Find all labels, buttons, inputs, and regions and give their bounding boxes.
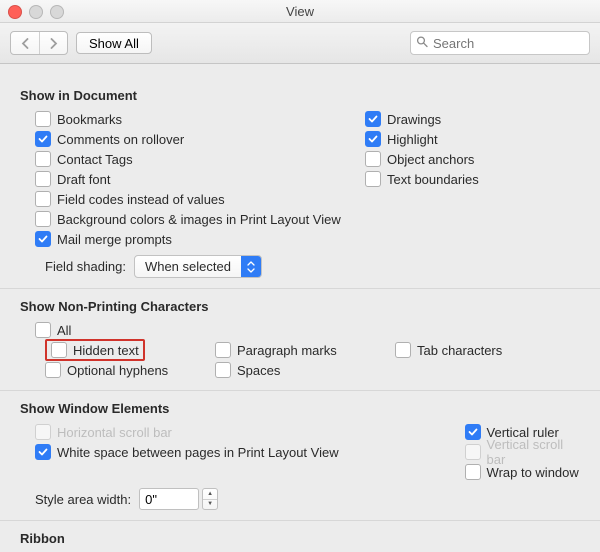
- checkmark-icon: [368, 134, 378, 144]
- checkbox-optional-hyphens[interactable]: Optional hyphens: [45, 360, 215, 380]
- checkbox-vertical-scroll-bar: Vertical scroll bar: [465, 442, 584, 462]
- checkmark-icon: [368, 114, 378, 124]
- checkbox-label: White space between pages in Print Layou…: [57, 445, 339, 460]
- checkbox-label: All: [57, 323, 71, 338]
- checkbox-label: Text boundaries: [387, 172, 479, 187]
- close-window-button[interactable]: [8, 5, 22, 19]
- preferences-toolbar: Show All: [0, 23, 600, 64]
- checkbox-label: Drawings: [387, 112, 441, 127]
- checkbox-hidden-text[interactable]: Hidden text: [45, 340, 215, 360]
- checkmark-icon: [468, 427, 478, 437]
- checkbox-wrap-to-window[interactable]: Wrap to window: [465, 462, 584, 482]
- checkbox-draft-font[interactable]: Draft font: [35, 169, 365, 189]
- search-icon: [416, 36, 428, 51]
- checkbox-box: [465, 464, 481, 480]
- checkbox-label: Comments on rollover: [57, 132, 184, 147]
- checkbox-contact-tags[interactable]: Contact Tags: [35, 149, 365, 169]
- search-input[interactable]: [410, 31, 590, 55]
- checkbox-tab-characters[interactable]: Tab characters: [395, 340, 555, 360]
- highlighted-option: Hidden text: [45, 339, 145, 361]
- section-title-show-in-document: Show in Document: [20, 88, 584, 103]
- checkbox-box: [465, 424, 481, 440]
- checkbox-box: [365, 131, 381, 147]
- checkbox-horizontal-scroll-bar: Horizontal scroll bar: [35, 422, 465, 442]
- checkbox-label: Object anchors: [387, 152, 474, 167]
- checkbox-mail-merge-prompts[interactable]: Mail merge prompts: [35, 229, 365, 249]
- checkbox-label: Highlight: [387, 132, 438, 147]
- forward-button[interactable]: [39, 32, 67, 54]
- show-all-button[interactable]: Show All: [76, 32, 152, 54]
- checkmark-icon: [38, 134, 48, 144]
- checkbox-label: Optional hyphens: [67, 363, 168, 378]
- checkbox-object-anchors[interactable]: Object anchors: [365, 149, 584, 169]
- checkbox-label: Mail merge prompts: [57, 232, 172, 247]
- back-button[interactable]: [11, 32, 39, 54]
- checkbox-box: [35, 444, 51, 460]
- minimize-window-button: [29, 5, 43, 19]
- checkbox-box: [35, 322, 51, 338]
- checkbox-field-codes-instead-of-values[interactable]: Field codes instead of values: [35, 189, 365, 209]
- checkbox-box: [35, 111, 51, 127]
- style-area-label: Style area width:: [35, 492, 131, 507]
- checkbox-paragraph-marks[interactable]: Paragraph marks: [215, 340, 395, 360]
- chevron-left-icon: [21, 38, 30, 49]
- nav-segment: [10, 31, 68, 55]
- checkbox-bookmarks[interactable]: Bookmarks: [35, 109, 365, 129]
- checkbox-label: Hidden text: [73, 343, 139, 358]
- field-shading-select[interactable]: When selected: [134, 255, 262, 278]
- checkbox-box: [365, 171, 381, 187]
- checkbox-box: [395, 342, 411, 358]
- checkbox-white-space-between-pages-in-print-layout-view[interactable]: White space between pages in Print Layou…: [35, 442, 465, 462]
- field-shading-value: When selected: [135, 256, 241, 277]
- checkbox-box: [35, 171, 51, 187]
- checkbox-spaces[interactable]: Spaces: [215, 360, 395, 380]
- checkbox-box: [365, 111, 381, 127]
- fullscreen-window-button: [50, 5, 64, 19]
- style-area-width-input[interactable]: [139, 488, 199, 510]
- select-arrows-icon: [241, 256, 261, 277]
- checkbox-box: [35, 131, 51, 147]
- checkbox-label: Draft font: [57, 172, 110, 187]
- checkbox-label: Horizontal scroll bar: [57, 425, 172, 440]
- checkbox-label: Contact Tags: [57, 152, 133, 167]
- checkbox-box: [35, 231, 51, 247]
- checkbox-drawings[interactable]: Drawings: [365, 109, 584, 129]
- checkbox-label: Paragraph marks: [237, 343, 337, 358]
- checkbox-comments-on-rollover[interactable]: Comments on rollover: [35, 129, 365, 149]
- checkbox-box: [45, 362, 61, 378]
- chevron-right-icon: [49, 38, 58, 49]
- checkbox-text-boundaries[interactable]: Text boundaries: [365, 169, 584, 189]
- section-title-ribbon: Ribbon: [20, 531, 584, 546]
- checkbox-box: [465, 444, 481, 460]
- checkbox-label: Spaces: [237, 363, 280, 378]
- checkbox-label: Tab characters: [417, 343, 502, 358]
- checkbox-box: [365, 151, 381, 167]
- checkbox-box: [35, 424, 51, 440]
- checkbox-box: [35, 191, 51, 207]
- section-title-window-elements: Show Window Elements: [20, 401, 584, 416]
- checkmark-icon: [38, 234, 48, 244]
- stepper-up-icon: ▲: [203, 489, 217, 499]
- checkbox-background-colors-images-in-print-layout-view[interactable]: Background colors & images in Print Layo…: [35, 209, 365, 229]
- window-title: View: [286, 4, 314, 19]
- checkbox-label: Background colors & images in Print Layo…: [57, 212, 341, 227]
- checkbox-box: [35, 151, 51, 167]
- checkbox-box: [51, 342, 67, 358]
- checkbox-box: [215, 342, 231, 358]
- checkbox-label: Bookmarks: [57, 112, 122, 127]
- checkbox-box: [35, 211, 51, 227]
- style-area-stepper[interactable]: ▲ ▼: [202, 488, 218, 510]
- field-shading-label: Field shading:: [45, 259, 126, 274]
- stepper-down-icon: ▼: [203, 499, 217, 510]
- checkbox-highlight[interactable]: Highlight: [365, 129, 584, 149]
- checkmark-icon: [38, 447, 48, 457]
- search-container: [410, 31, 590, 55]
- checkbox-label: Vertical scroll bar: [487, 437, 584, 467]
- checkbox-all[interactable]: All: [35, 320, 584, 340]
- section-title-nonprinting: Show Non-Printing Characters: [20, 299, 584, 314]
- checkbox-box: [215, 362, 231, 378]
- title-bar: View: [0, 0, 600, 23]
- checkbox-label: Field codes instead of values: [57, 192, 225, 207]
- checkbox-label: Wrap to window: [487, 465, 579, 480]
